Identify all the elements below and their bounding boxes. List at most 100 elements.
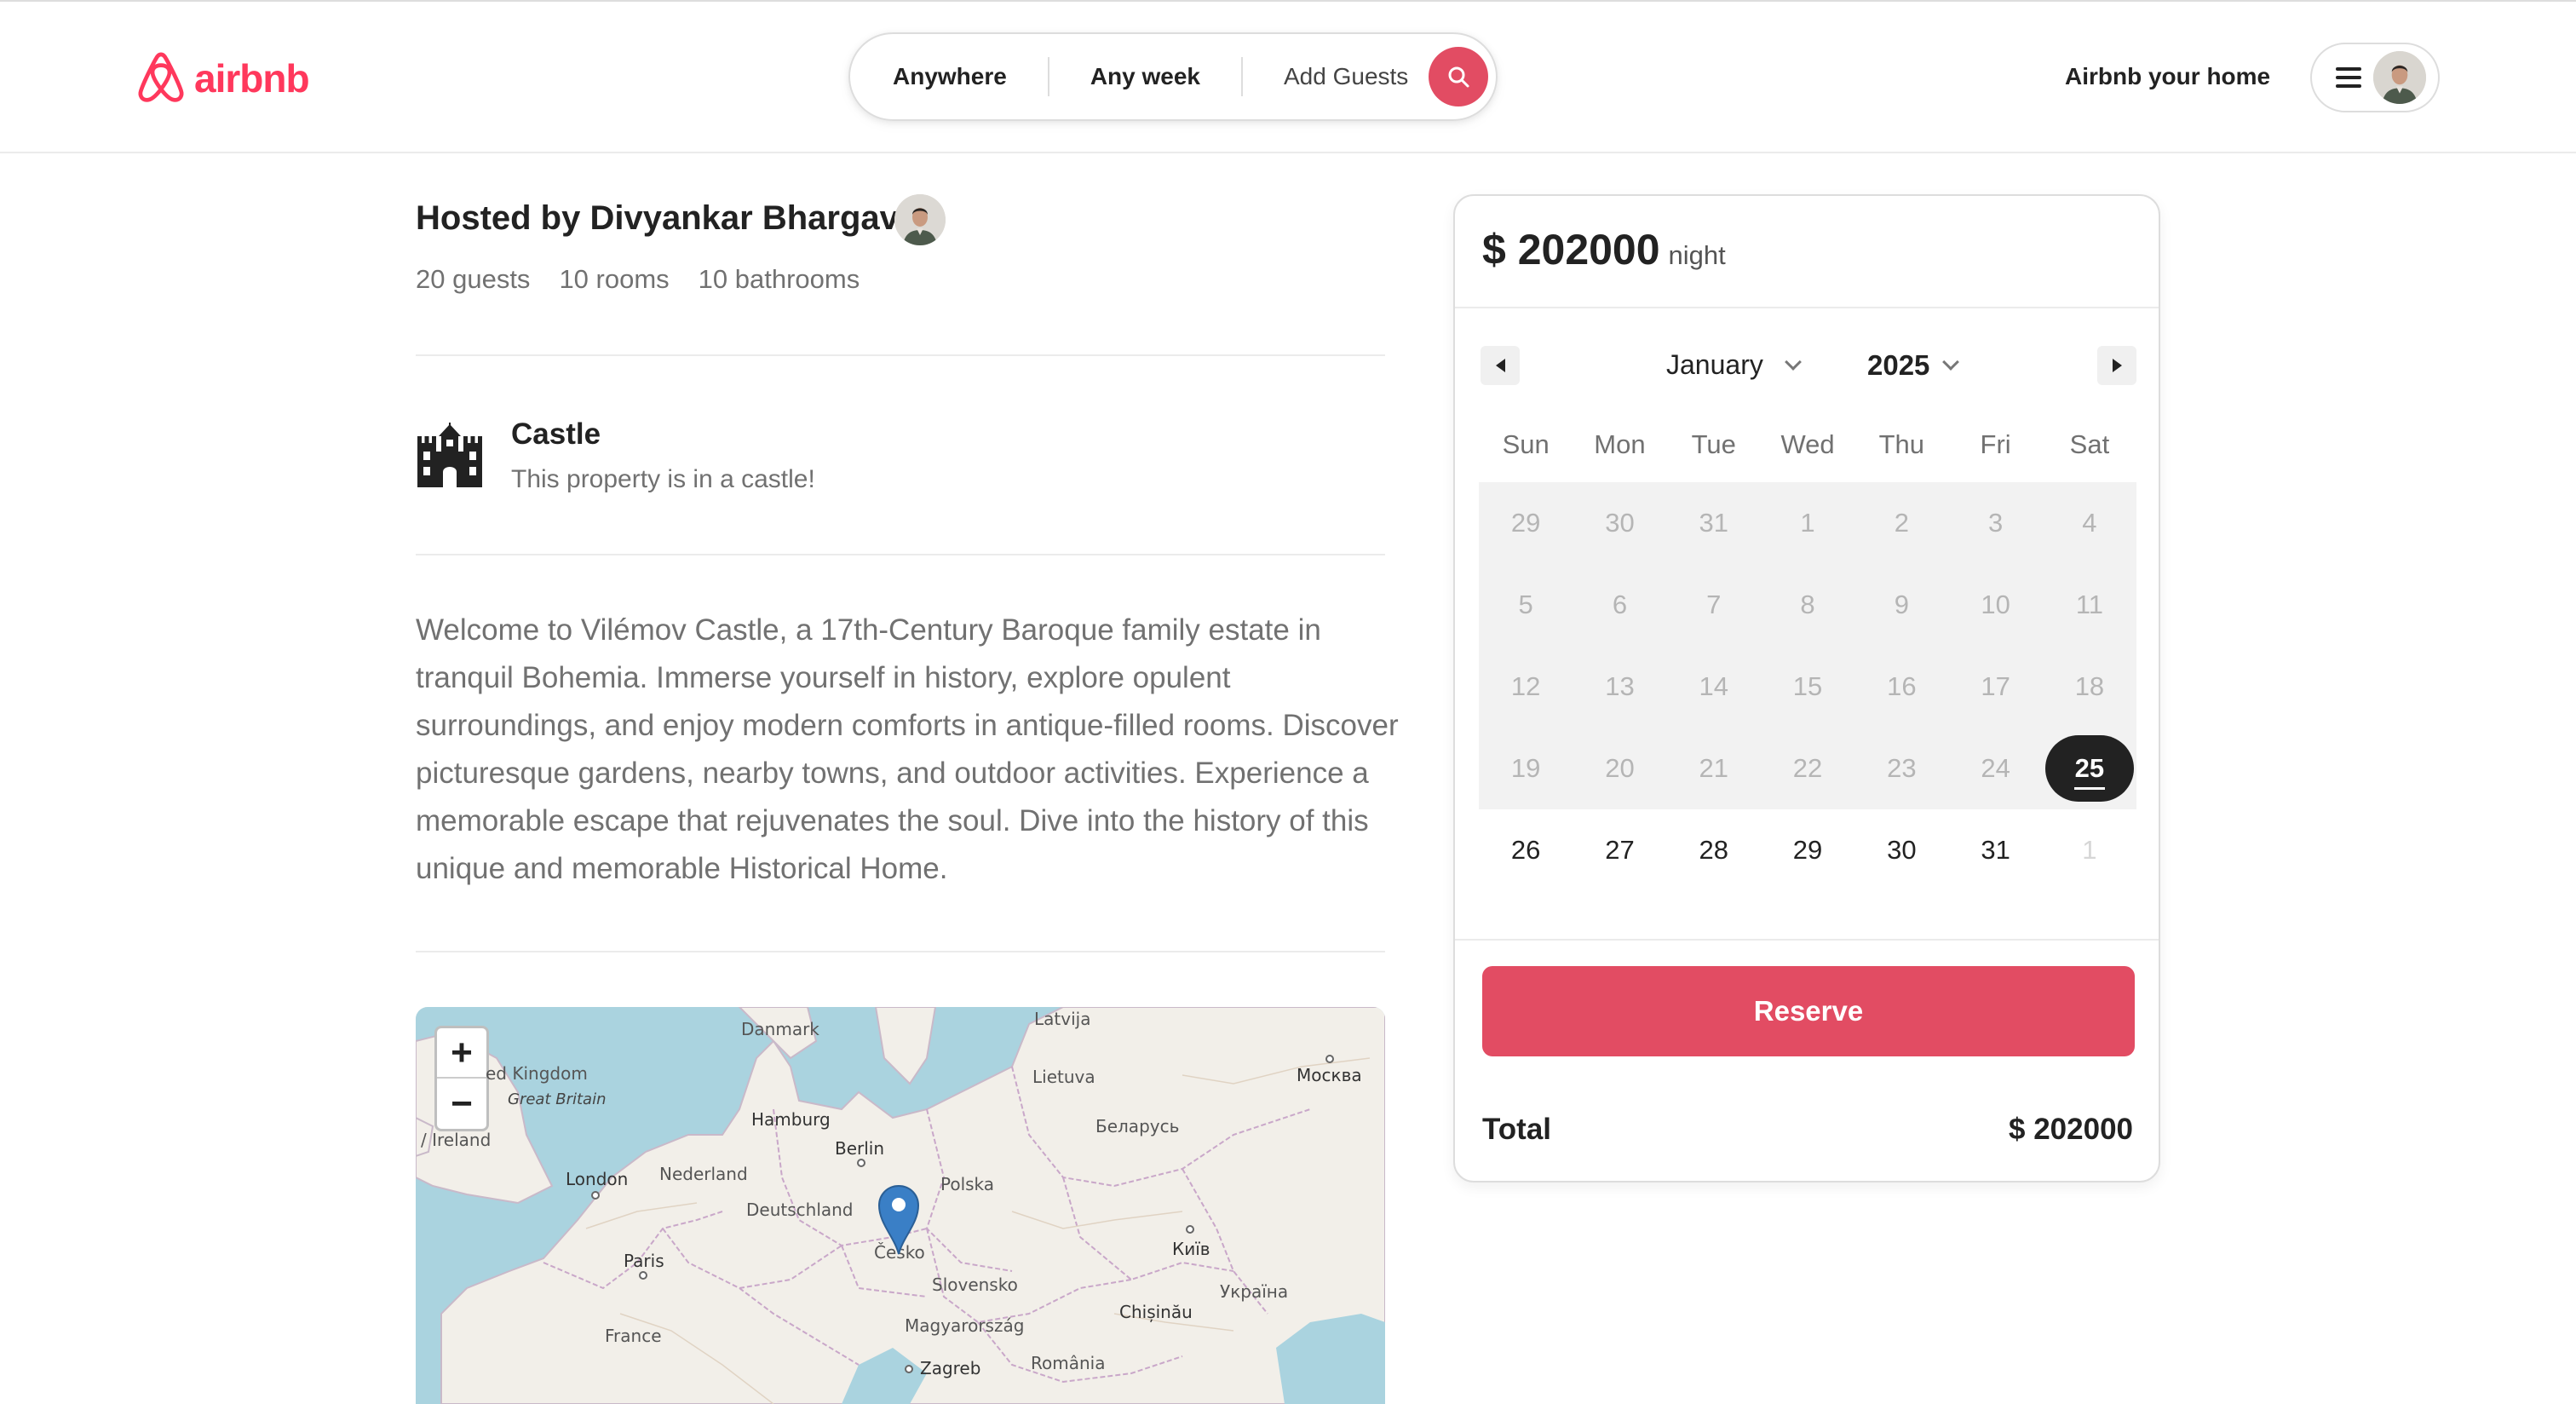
map-zoom-in-button[interactable]: +: [437, 1028, 486, 1079]
host-avatar[interactable]: [894, 194, 946, 245]
logo-wordmark: airbnb: [194, 56, 310, 101]
listing-stats: 20 guests 10 rooms 10 bathrooms: [416, 264, 860, 295]
search-submit-button[interactable]: [1429, 47, 1489, 106]
calendar-day: 5: [1479, 564, 1573, 646]
calendar-day: 22: [1760, 728, 1855, 809]
calendar-day: 19: [1479, 728, 1573, 809]
airbnb-logo-icon: [138, 52, 184, 102]
calendar-day[interactable]: 30: [1854, 809, 1948, 891]
section-divider: [416, 554, 1385, 555]
weekday-label: Fri: [1980, 429, 2011, 459]
calendar-days-grid: 29 30 31 1 2 3 4 5 6 7 8 9 10 11 12 13 14 15 16 17 18 19 20 21 2…: [1479, 482, 2137, 891]
airbnb-your-home-link[interactable]: Airbnb your home: [2065, 63, 2270, 90]
map-label-hamburg: Hamburg: [751, 1109, 831, 1130]
calendar-day: 17: [1948, 646, 2043, 728]
search-dates-button[interactable]: Any week: [1049, 34, 1241, 119]
calendar-day: 1: [1760, 482, 1855, 564]
calendar-day[interactable]: 29: [1761, 809, 1854, 891]
airbnb-logo[interactable]: airbnb: [136, 51, 310, 106]
map-label-moskva: Москва: [1297, 1065, 1362, 1085]
calendar-day: 20: [1573, 728, 1667, 809]
calendar-day: 4: [2042, 482, 2137, 564]
calendar-day[interactable]: 31: [1948, 809, 2042, 891]
calendar-day: 10: [1948, 564, 2043, 646]
listing-map[interactable]: + − Latvija Danmark ed Kingdom Great Bri…: [416, 1007, 1385, 1404]
calendar-day: 21: [1666, 728, 1761, 809]
reserve-button[interactable]: Reserve: [1482, 966, 2135, 1056]
map-city-dot: [905, 1365, 913, 1373]
hamburger-menu-icon: [2336, 67, 2361, 88]
map-label-deutschland: Deutschland: [746, 1200, 854, 1220]
calendar-day[interactable]: 28: [1667, 809, 1761, 891]
map-label-slovensko: Slovensko: [932, 1275, 1018, 1295]
price-amount: $ 202000: [1482, 226, 1660, 273]
booking-card: $ 202000 night January 2025 Sun Mon Tue …: [1453, 194, 2160, 1182]
calendar-next-month-button[interactable]: [2097, 346, 2136, 385]
section-divider: [416, 354, 1385, 356]
map-zoom-control: + −: [434, 1026, 489, 1131]
category-subtitle: This property is in a castle!: [511, 465, 815, 493]
map-label-nederland: Nederland: [659, 1164, 748, 1184]
calendar-day: 14: [1666, 646, 1761, 728]
map-label-ireland: / Ireland: [421, 1130, 492, 1150]
calendar-year-value: 2025: [1867, 349, 1930, 381]
map-label-ukraina: Україна: [1220, 1281, 1289, 1302]
map-label-berlin: Berlin: [835, 1138, 885, 1159]
map-label-lietuva: Lietuva: [1032, 1067, 1095, 1087]
search-guests-button[interactable]: Add Guests: [1243, 34, 1427, 119]
weekday-label: Sat: [2069, 429, 2110, 459]
map-city-dot: [1325, 1055, 1334, 1063]
user-menu-button[interactable]: [2310, 43, 2440, 112]
search-icon: [1448, 66, 1469, 88]
chevron-down-icon: [1784, 353, 1802, 371]
calendar-day: 8: [1760, 564, 1855, 646]
top-navbar: airbnb Anywhere Any week Add Guests Airb…: [0, 2, 2576, 153]
section-divider: [416, 951, 1385, 952]
card-divider: [1455, 307, 2159, 308]
map-label-united-kingdom: ed Kingdom: [486, 1063, 588, 1084]
total-value: $ 202000: [2009, 1113, 2133, 1146]
card-divider: [1455, 939, 2159, 941]
calendar-year-select[interactable]: 2025: [1867, 349, 1960, 382]
user-avatar: [2373, 51, 2426, 104]
map-location-marker[interactable]: [877, 1184, 920, 1256]
calendar-day: 29: [1479, 482, 1573, 564]
map-city-dot: [639, 1271, 647, 1280]
calendar-day-label: 25: [2044, 735, 2134, 802]
calendar-day: 13: [1573, 646, 1667, 728]
search-bar[interactable]: Anywhere Any week Add Guests: [848, 32, 1498, 121]
map-label-danmark: Danmark: [741, 1019, 819, 1039]
calendar-day[interactable]: 26: [1479, 809, 1573, 891]
host-title: Hosted by Divyankar Bhargav: [416, 199, 899, 237]
chevron-down-icon: [1942, 354, 1960, 371]
map-label-latvija: Latvija: [1034, 1009, 1091, 1029]
calendar-day[interactable]: 27: [1573, 809, 1666, 891]
map-label-great-britain: Great Britain: [508, 1090, 607, 1108]
calendar-day: 1: [2082, 835, 2097, 865]
calendar-month-select[interactable]: January: [1666, 349, 1802, 381]
map-label-london: London: [566, 1169, 629, 1189]
calendar-day: 23: [1854, 728, 1949, 809]
search-location-button[interactable]: Anywhere: [850, 34, 1048, 119]
map-zoom-out-button[interactable]: −: [437, 1079, 486, 1129]
weekday-label: Sun: [1502, 429, 1550, 459]
calendar-day-selected[interactable]: 25: [2042, 728, 2137, 809]
map-label-chisinau: Chișinău: [1119, 1302, 1193, 1322]
rooms-count: 10 rooms: [559, 264, 670, 294]
calendar-day: 15: [1760, 646, 1855, 728]
guests-count: 20 guests: [416, 264, 531, 294]
map-label-romania: România: [1031, 1353, 1106, 1373]
calendar-prev-month-button[interactable]: [1481, 346, 1520, 385]
calendar-month-value: January: [1666, 349, 1763, 380]
calendar-day: 2: [1854, 482, 1949, 564]
nightly-price: $ 202000 night: [1482, 225, 1726, 274]
arrow-right-icon: [2112, 359, 2122, 372]
map-label-polska: Polska: [940, 1174, 995, 1194]
map-city-dot: [1186, 1225, 1194, 1234]
calendar-day: 30: [1573, 482, 1667, 564]
total-label: Total: [1482, 1113, 1552, 1146]
price-unit: night: [1668, 240, 1726, 270]
map-label-kyiv: Київ: [1172, 1239, 1210, 1259]
bathrooms-count: 10 bathrooms: [698, 264, 860, 294]
map-city-dot: [857, 1159, 865, 1167]
